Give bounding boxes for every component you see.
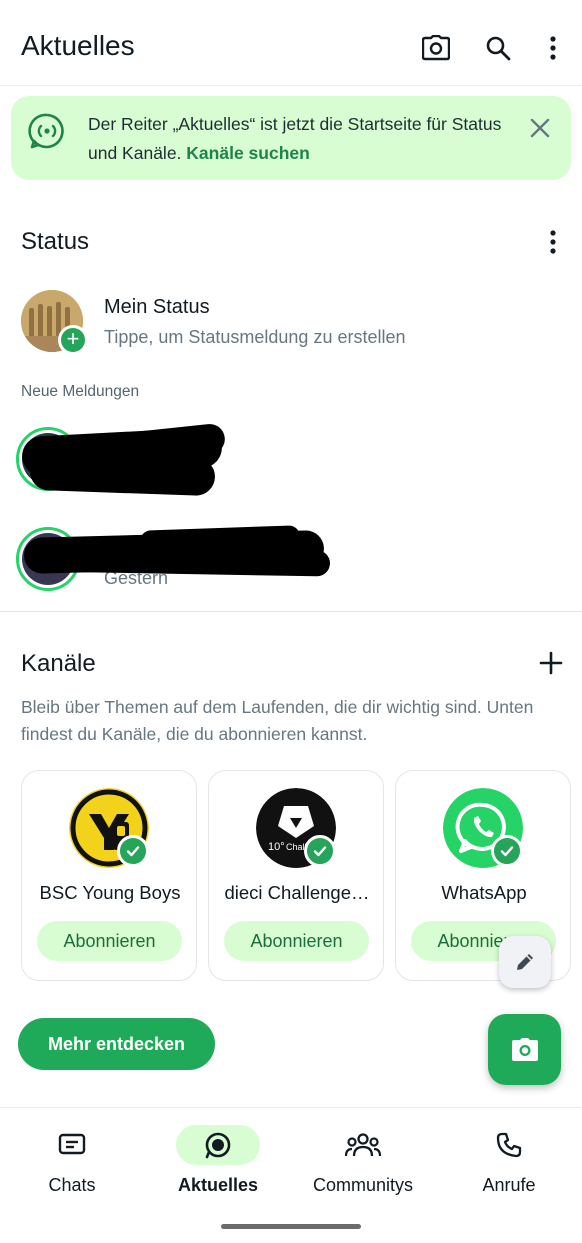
section-divider <box>0 611 582 612</box>
nav-anrufe[interactable]: Anrufe <box>439 1123 579 1213</box>
info-banner: Der Reiter „Aktuelles“ ist jetzt die Sta… <box>11 96 571 180</box>
channels-description: Bleib über Themen auf dem Laufenden, die… <box>21 697 534 744</box>
channel-name: WhatsApp <box>441 882 527 903</box>
page-title: Aktuelles <box>21 30 135 61</box>
phone-icon <box>467 1125 551 1165</box>
camera-icon[interactable] <box>420 32 452 64</box>
add-channel-icon[interactable] <box>538 650 564 676</box>
nav-chats[interactable]: Chats <box>2 1123 142 1213</box>
search-icon[interactable] <box>482 32 514 64</box>
banner-text: Der Reiter „Aktuelles“ ist jetzt die Sta… <box>88 110 508 168</box>
chats-icon <box>30 1125 114 1165</box>
edit-text-status-button[interactable] <box>499 936 551 988</box>
channel-card[interactable]: 10° Chall dieci Challenge… Abonnieren <box>208 770 384 981</box>
camera-status-button[interactable] <box>488 1014 561 1085</box>
status-heading: Status <box>21 228 90 255</box>
updates-icon <box>176 1125 260 1165</box>
subscribe-button[interactable]: Abonnieren <box>37 921 182 961</box>
nav-communitys[interactable]: Communitys <box>293 1123 433 1213</box>
nav-label: Anrufe <box>482 1175 536 1195</box>
pencil-icon <box>517 954 533 970</box>
status-more-icon[interactable] <box>541 228 565 256</box>
find-channels-link[interactable]: Kanäle suchen <box>186 143 310 163</box>
nav-label: Communitys <box>312 1175 414 1195</box>
verified-badge-icon <box>304 835 336 867</box>
bottom-navigation: Chats Aktuelles Communitys Anrufe <box>0 1107 582 1243</box>
home-indicator[interactable] <box>221 1224 361 1229</box>
status-broadcast-icon <box>28 112 66 150</box>
nav-label: Chats <box>48 1175 96 1195</box>
my-status-subtitle: Tippe, um Statusmeldung zu erstellen <box>104 327 406 347</box>
channel-name: BSC Young Boys <box>39 882 181 903</box>
verified-badge-icon <box>117 835 149 867</box>
my-status-name[interactable]: Mein Status <box>104 296 210 319</box>
verified-badge-icon <box>491 835 523 867</box>
camera-icon <box>511 1037 538 1061</box>
svg-text:10°: 10° <box>268 841 285 853</box>
channel-card[interactable]: BSC Young Boys Abonnieren <box>21 770 197 981</box>
top-app-bar: Aktuelles <box>0 0 582 86</box>
subscribe-button[interactable]: Abonnieren <box>224 921 369 961</box>
close-icon[interactable] <box>526 114 554 142</box>
channels-heading: Kanäle <box>21 650 96 677</box>
more-vert-icon[interactable] <box>537 32 569 64</box>
discover-more-button[interactable]: Mehr entdecken <box>18 1018 215 1070</box>
communities-icon <box>321 1125 405 1165</box>
nav-label: Aktuelles <box>177 1175 259 1195</box>
nav-aktuelles[interactable]: Aktuelles <box>148 1123 288 1213</box>
channel-name: dieci Challenge… <box>224 882 370 903</box>
add-status-icon[interactable]: + <box>58 325 88 355</box>
new-updates-label: Neue Meldungen <box>21 383 140 400</box>
